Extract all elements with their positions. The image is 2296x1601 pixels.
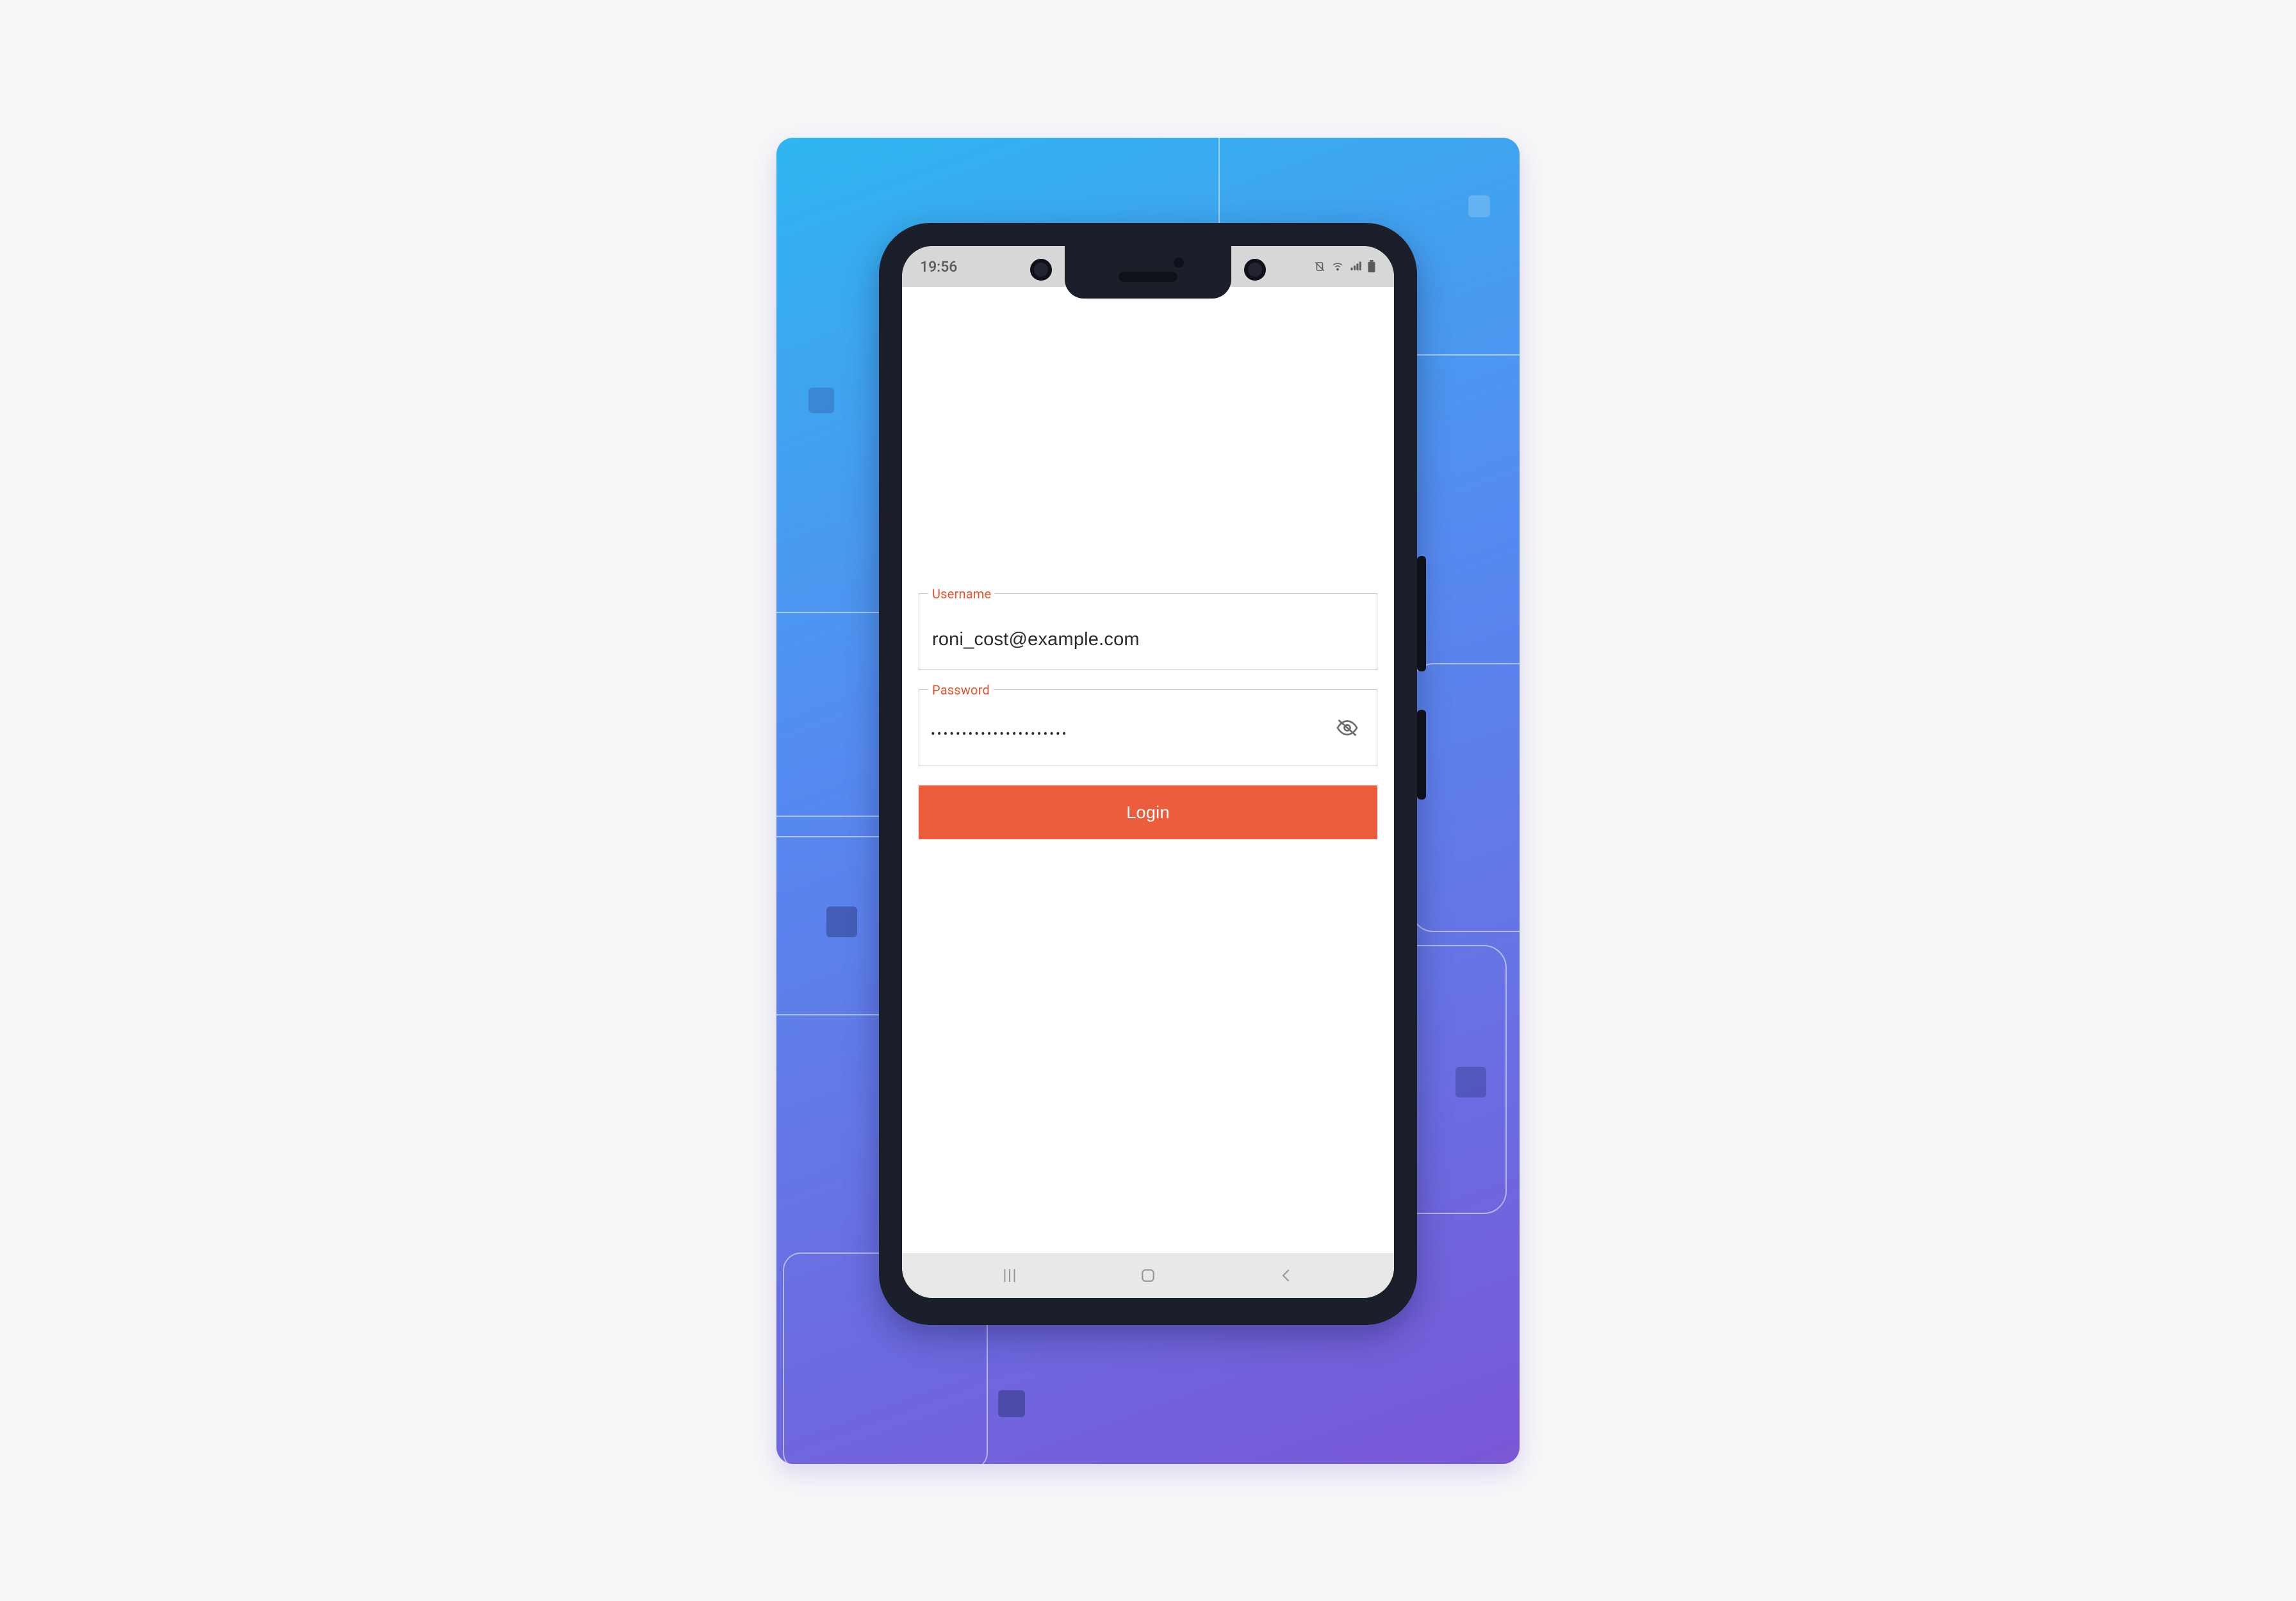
back-button[interactable] xyxy=(1267,1256,1306,1295)
sensor-dot xyxy=(1174,258,1184,268)
gradient-card: 19:56 Username xyxy=(776,138,1520,1464)
username-label: Username xyxy=(928,586,995,602)
login-button[interactable]: Login xyxy=(919,785,1377,839)
home-icon xyxy=(1138,1266,1158,1285)
hardware-button xyxy=(1417,556,1426,671)
toggle-password-visibility-icon[interactable] xyxy=(1333,714,1361,742)
wifi-icon xyxy=(1331,261,1344,272)
cellular-signal-icon xyxy=(1349,261,1362,272)
phone-notch xyxy=(1065,246,1231,299)
decorative-square xyxy=(1468,195,1490,217)
phone-screen: 19:56 Username xyxy=(902,246,1394,1298)
hardware-button xyxy=(1417,710,1426,800)
recents-icon xyxy=(1000,1266,1019,1285)
camera-icon xyxy=(1030,259,1052,281)
password-field-container: Password •••••••••••••••••••••• xyxy=(919,689,1377,766)
vibrate-muted-icon xyxy=(1313,261,1326,272)
decorative-rect xyxy=(1411,663,1520,932)
back-icon xyxy=(1277,1266,1296,1285)
phone-device: 19:56 Username xyxy=(879,223,1417,1325)
app-content: Username Password •••••••••••••••••••••• xyxy=(902,287,1394,1253)
home-button[interactable] xyxy=(1129,1256,1167,1295)
battery-icon xyxy=(1367,260,1376,273)
password-label: Password xyxy=(928,682,994,698)
recents-button[interactable] xyxy=(990,1256,1029,1295)
outer-frame: 19:56 Username xyxy=(136,96,2160,1506)
username-input[interactable] xyxy=(931,628,1319,651)
decorative-square xyxy=(808,388,834,413)
decorative-square xyxy=(1456,1067,1486,1097)
decorative-square xyxy=(998,1390,1025,1417)
password-input[interactable]: •••••••••••••••••••••• xyxy=(931,727,1068,742)
username-field-container: Username xyxy=(919,593,1377,670)
login-form: Username Password •••••••••••••••••••••• xyxy=(919,593,1377,839)
status-time: 19:56 xyxy=(920,258,957,275)
decorative-square xyxy=(826,907,857,937)
android-nav-bar xyxy=(902,1253,1394,1298)
status-icons xyxy=(1313,260,1376,273)
speaker-grill xyxy=(1119,272,1177,282)
camera-icon xyxy=(1244,259,1266,281)
